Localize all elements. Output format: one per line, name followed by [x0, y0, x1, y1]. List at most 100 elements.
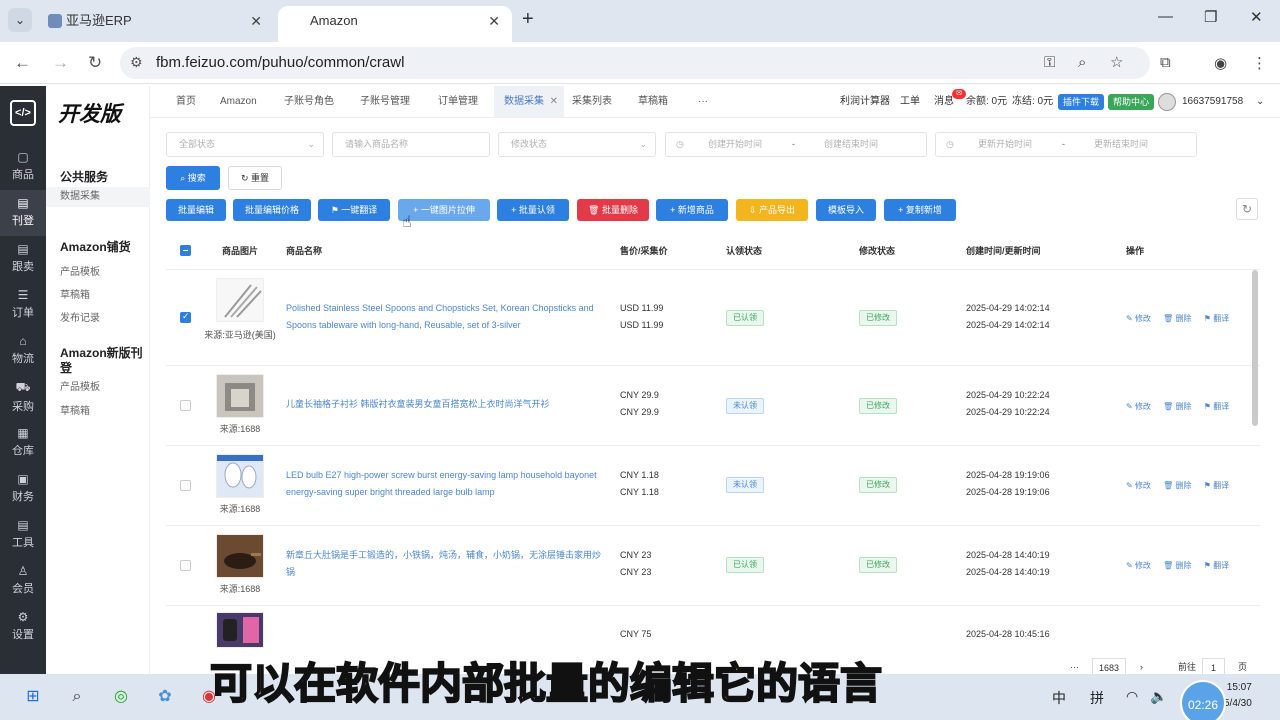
- tab-sub-accounts[interactable]: 子账号管理: [350, 86, 420, 118]
- subnav-item-publish-log[interactable]: 发布记录: [60, 309, 100, 324]
- delete-link[interactable]: 🗑 删除: [1163, 314, 1191, 323]
- tab-orders[interactable]: 订单管理: [428, 86, 488, 118]
- reset-button[interactable]: ↻ 重置: [228, 166, 282, 190]
- more-menu-icon[interactable]: ⋮: [1252, 54, 1267, 72]
- edit-link[interactable]: ✎ 修改: [1126, 314, 1151, 323]
- app-icon[interactable]: ✿: [152, 684, 178, 710]
- volume-icon[interactable]: 🔈: [1150, 688, 1167, 705]
- product-name-link[interactable]: LED bulb E27 high-power screw burst ener…: [286, 467, 604, 501]
- row-checkbox[interactable]: [180, 480, 191, 491]
- update-time-range[interactable]: ◷ 更新开始时间 - 更新结束时间: [935, 132, 1197, 157]
- product-thumbnail[interactable]: [216, 454, 264, 498]
- help-center-button[interactable]: 帮助中心: [1108, 94, 1155, 110]
- profit-calculator-link[interactable]: 利润计算器: [840, 86, 890, 118]
- product-thumbnail[interactable]: [216, 278, 264, 322]
- browser-tab-erp[interactable]: 亚马逊ERP ✕: [36, 6, 274, 42]
- sidebar-item-tools[interactable]: ▤ 工具: [0, 512, 46, 558]
- delete-link[interactable]: 🗑 删除: [1163, 481, 1191, 490]
- subnav-item-template-new[interactable]: 产品模板: [60, 378, 100, 393]
- restore-icon[interactable]: ❐: [1204, 8, 1217, 26]
- translate-link[interactable]: ⚑ 翻译: [1204, 561, 1229, 570]
- browser-tab-amazon[interactable]: Amazon ✕: [278, 6, 512, 42]
- wifi-icon[interactable]: ◠: [1126, 688, 1138, 705]
- edit-link[interactable]: ✎ 修改: [1126, 561, 1151, 570]
- refresh-icon[interactable]: ↻: [1236, 198, 1258, 220]
- sidebar-item-listing[interactable]: ▤ 刊登: [0, 190, 46, 236]
- profile-icon[interactable]: ◉: [1214, 54, 1227, 72]
- batch-edit-button[interactable]: 批量编辑: [166, 199, 226, 221]
- batch-edit-price-button[interactable]: 批量编辑价格: [233, 199, 311, 221]
- avatar[interactable]: [1158, 93, 1176, 111]
- tab-home[interactable]: 首页: [166, 86, 206, 118]
- sidebar-item-warehouse[interactable]: ▦ 仓库: [0, 420, 46, 466]
- template-import-button[interactable]: 模板导入: [816, 199, 876, 221]
- delete-link[interactable]: 🗑 删除: [1163, 561, 1191, 570]
- tab-close-icon[interactable]: ✕: [488, 6, 500, 36]
- back-icon[interactable]: ←: [14, 53, 31, 73]
- account-chevron-icon[interactable]: ⌄: [1256, 86, 1264, 118]
- subnav-item-drafts[interactable]: 草稿箱: [60, 286, 90, 301]
- product-name-link[interactable]: 儿童长袖格子衬衫 韩版衬衣童装男女童百搭宽松上衣时尚洋气开衫: [286, 396, 604, 413]
- table-scrollbar[interactable]: [1252, 270, 1258, 426]
- row-checkbox[interactable]: [180, 400, 191, 411]
- sidebar-item-member[interactable]: ♙ 会员: [0, 558, 46, 604]
- add-product-button[interactable]: + 新增商品: [656, 199, 728, 221]
- sidebar-item-purchase[interactable]: ⛟ 采购: [0, 374, 46, 420]
- plugin-download-button[interactable]: 插件下载: [1058, 94, 1105, 110]
- window-close-icon[interactable]: ✕: [1250, 8, 1263, 26]
- product-name-input[interactable]: 请输入商品名称: [332, 132, 490, 157]
- product-name-link[interactable]: Polished Stainless Steel Spoons and Chop…: [286, 300, 604, 334]
- image-stretch-button[interactable]: + 一键图片拉伸: [398, 199, 490, 221]
- translate-link[interactable]: ⚑ 翻译: [1204, 314, 1229, 323]
- ime-pinyin-indicator[interactable]: 拼: [1090, 688, 1104, 708]
- sidebar-item-orders[interactable]: ☰ 订单: [0, 282, 46, 328]
- translate-link[interactable]: ⚑ 翻译: [1204, 402, 1229, 411]
- tab-crawl-list[interactable]: 采集列表: [562, 86, 622, 118]
- row-checkbox[interactable]: [180, 311, 191, 323]
- select-all-checkbox[interactable]: [180, 245, 191, 256]
- delete-link[interactable]: 🗑 删除: [1163, 402, 1191, 411]
- wechat-icon[interactable]: ◎: [108, 684, 134, 710]
- tab-close-icon[interactable]: ✕: [250, 6, 262, 36]
- status-select[interactable]: 全部状态 ⌄: [166, 132, 324, 157]
- new-tab-icon[interactable]: +: [522, 8, 534, 31]
- windows-start-icon[interactable]: ⊞: [20, 684, 46, 710]
- export-button[interactable]: ⇩ 产品导出: [736, 199, 808, 221]
- product-name-link[interactable]: 新章丘大肚锅是手工锻造的，小铁锅，炖汤，辅食，小奶锅，无涂层锤击家用炒锅: [286, 547, 604, 581]
- one-click-translate-button[interactable]: ⚑ 一键翻译: [318, 199, 390, 221]
- create-time-range[interactable]: ◷ 创建开始时间 - 创建结束时间: [665, 132, 927, 157]
- tab-search-chevron-icon[interactable]: ⌄: [8, 8, 32, 32]
- sidebar-item-settings[interactable]: ⚙ 设置: [0, 604, 46, 650]
- tab-more[interactable]: ···: [688, 86, 718, 118]
- product-thumbnail[interactable]: [216, 534, 264, 578]
- site-info-icon[interactable]: ⚙: [130, 54, 143, 71]
- subnav-item-template[interactable]: 产品模板: [60, 263, 100, 278]
- minimize-icon[interactable]: —: [1158, 8, 1173, 25]
- extensions-icon[interactable]: ⧉: [1160, 54, 1171, 71]
- edit-link[interactable]: ✎ 修改: [1126, 402, 1151, 411]
- tab-close-icon[interactable]: ✕: [550, 86, 558, 118]
- reload-icon[interactable]: ↻: [88, 53, 102, 73]
- message-link[interactable]: 消息: [934, 86, 954, 118]
- account-phone[interactable]: 16637591758: [1182, 86, 1243, 118]
- tab-drafts[interactable]: 草稿箱: [628, 86, 678, 118]
- search-button[interactable]: ⌕ 搜索: [166, 166, 220, 190]
- bookmark-star-icon[interactable]: ☆: [1110, 53, 1123, 71]
- row-checkbox[interactable]: [180, 560, 191, 571]
- tab-amazon[interactable]: Amazon: [210, 86, 267, 118]
- tab-data-crawl[interactable]: 数据采集 ✕: [494, 86, 564, 118]
- subnav-item-drafts-new[interactable]: 草稿箱: [60, 402, 90, 417]
- work-order-link[interactable]: 工单: [900, 86, 920, 118]
- batch-claim-button[interactable]: + 批量认领: [497, 199, 569, 221]
- sidebar-item-logistics[interactable]: ⌂ 物流: [0, 328, 46, 374]
- ime-chinese-indicator[interactable]: 中: [1052, 688, 1066, 708]
- modify-status-select[interactable]: 修改状态 ⌄: [498, 132, 656, 157]
- tab-sub-roles[interactable]: 子账号角色: [274, 86, 344, 118]
- product-thumbnail[interactable]: [216, 374, 264, 418]
- subnav-item-data-crawl[interactable]: 数据采集: [46, 187, 150, 207]
- zoom-icon[interactable]: ⌕: [1078, 54, 1086, 71]
- key-icon[interactable]: ⚿: [1044, 54, 1055, 71]
- url-box[interactable]: ⚙ fbm.feizuo.com/puhuo/common/crawl ⚿ ⌕ …: [120, 47, 1150, 79]
- forward-icon[interactable]: →: [52, 53, 69, 73]
- edit-link[interactable]: ✎ 修改: [1126, 481, 1151, 490]
